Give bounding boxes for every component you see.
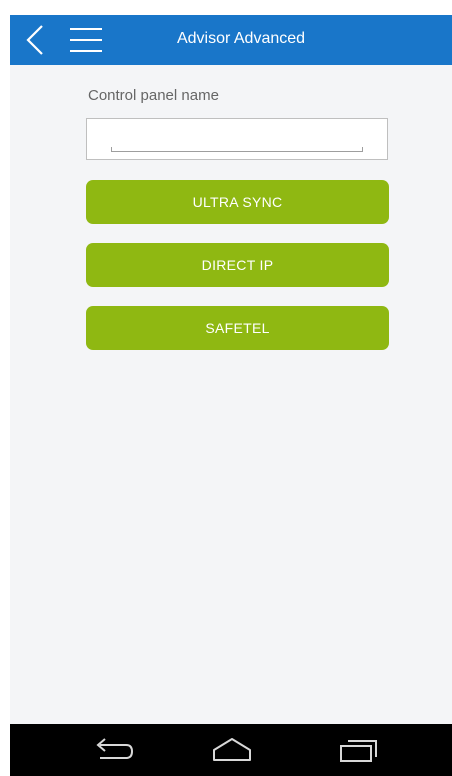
menu-button[interactable] [68, 25, 104, 55]
control-panel-name-input[interactable] [87, 119, 387, 159]
app-window: Advisor Advanced Control panel name ULTR… [10, 15, 452, 724]
nav-back-icon [96, 738, 134, 759]
nav-recents-icon [340, 740, 377, 762]
system-navigation-bar [10, 724, 452, 776]
nav-home-button[interactable] [208, 734, 256, 766]
top-app-bar: Advisor Advanced [10, 15, 452, 65]
safetel-button[interactable]: SAFETEL [86, 306, 389, 350]
nav-back-button[interactable] [88, 734, 136, 766]
nav-home-icon [213, 738, 251, 761]
control-panel-name-label: Control panel name [88, 87, 219, 104]
hamburger-menu-icon [70, 28, 102, 52]
control-panel-name-field[interactable] [86, 118, 388, 160]
main-content: Control panel name ULTRA SYNC DIRECT IP … [10, 65, 452, 724]
nav-recents-button[interactable] [334, 734, 382, 766]
direct-ip-button[interactable]: DIRECT IP [86, 243, 389, 287]
screen: Advisor Advanced Control panel name ULTR… [0, 0, 452, 776]
ultra-sync-button[interactable]: ULTRA SYNC [86, 180, 389, 224]
back-chevron-icon [26, 25, 43, 55]
back-button[interactable] [22, 23, 50, 57]
